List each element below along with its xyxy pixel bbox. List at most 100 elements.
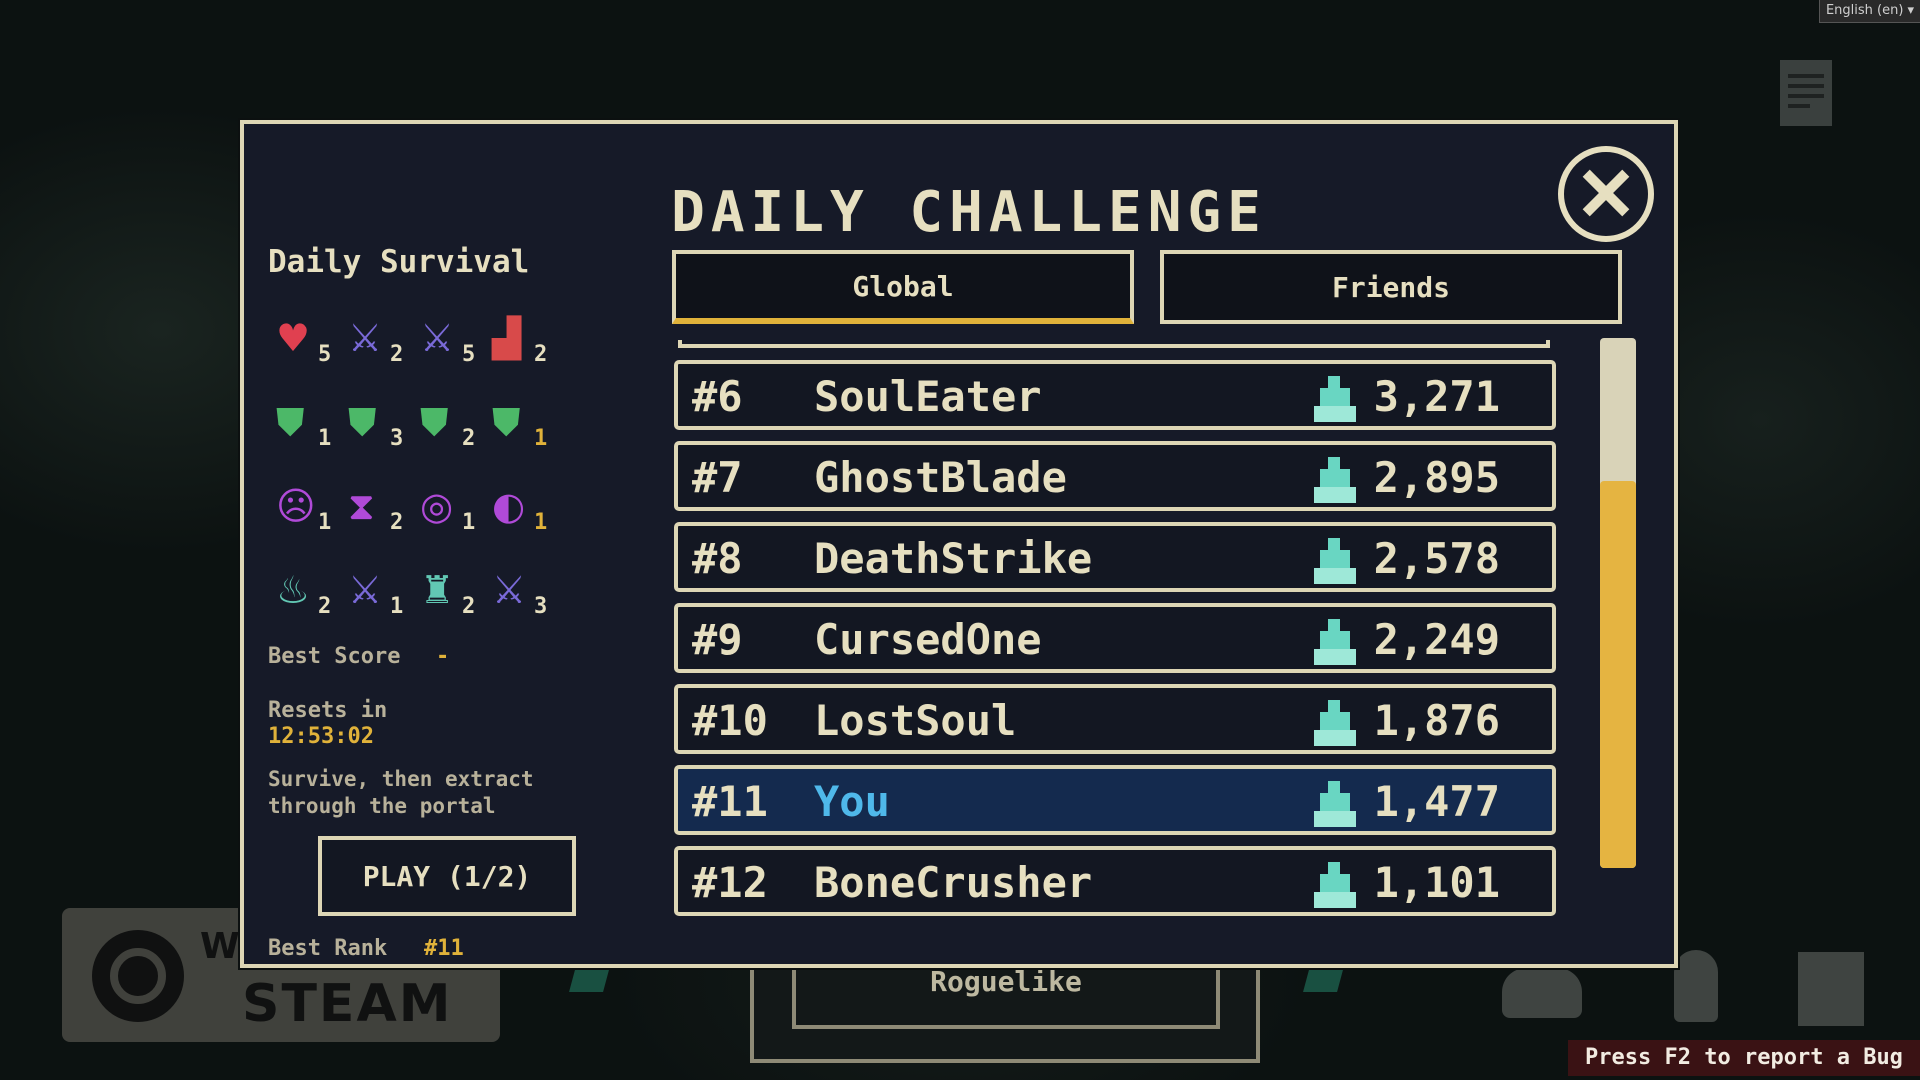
- shield-spark-icon: ⛊: [492, 400, 521, 444]
- trophy-icon: [1314, 700, 1358, 746]
- modifier-item: ◐ 1: [492, 480, 564, 535]
- modifier-item: ⛊ 2: [420, 396, 492, 451]
- modifier-count: 3: [534, 594, 548, 619]
- leaderboard-row-you[interactable]: #11 You 1,477: [674, 765, 1556, 835]
- heart-icon: ♥: [276, 316, 311, 360]
- trophy-icon: [1314, 457, 1358, 503]
- modifier-count: 1: [318, 426, 332, 451]
- modifier-item: ⧗ 2: [348, 480, 420, 535]
- score: 1,876: [1373, 696, 1500, 745]
- modifier-count: 5: [318, 342, 332, 367]
- bug-report-banner: Press F2 to report a Bug: [1568, 1040, 1920, 1076]
- score: 2,578: [1373, 534, 1500, 583]
- mode-button-roguelike[interactable]: Roguelike: [792, 965, 1220, 1029]
- modifier-item: ⛊ 1: [276, 396, 348, 451]
- modifier-count: 2: [534, 342, 548, 367]
- modifier-item: ▟ 2: [492, 312, 564, 367]
- rank: #9: [692, 615, 743, 664]
- modifier-item: ⚔ 2: [348, 312, 420, 367]
- changelog-scroll-icon[interactable]: [1798, 952, 1864, 1026]
- leaderboard-row[interactable]: #8 DeathStrike 2,578: [674, 522, 1556, 592]
- daily-challenge-dialog: DAILY CHALLENGE Daily Survival ♥ 5 ⚔ 2 ⚔ 5 ▟ 2 ⛊…: [240, 120, 1678, 968]
- close-button[interactable]: [1558, 146, 1654, 242]
- discord-icon[interactable]: [1502, 968, 1582, 1018]
- modifier-count: 1: [534, 426, 548, 451]
- rank: #8: [692, 534, 743, 583]
- target-orb-icon: ◎: [420, 484, 454, 528]
- modifier-grid: ♥ 5 ⚔ 2 ⚔ 5 ▟ 2 ⛊ 1 ⛊ 3 ⛊ 2 ⛊ 1 ☹ 1 ⧗ 2 ◎ 1 ◐ 1 ♨ 2 ⚔ 1 ♜ 2 ⚔ 3: [276, 312, 576, 648]
- leaderboard-row[interactable]: #12 BoneCrusher 1,101: [674, 846, 1556, 916]
- modifier-count: 3: [390, 426, 404, 451]
- best-rank-label: Best Rank: [268, 936, 388, 961]
- trophy-icon: [1314, 862, 1358, 908]
- leaderboard-row[interactable]: #6 SoulEater 3,271: [674, 360, 1556, 430]
- player-name: DeathStrike: [814, 534, 1093, 583]
- modifier-item: ⚔ 5: [420, 312, 492, 367]
- trophy-icon: [1314, 538, 1358, 584]
- leaderboard-scrollbar[interactable]: [1600, 338, 1636, 868]
- player-name: BoneCrusher: [814, 858, 1093, 907]
- mode-selector: Roguelike: [750, 965, 1260, 1063]
- tab-friends[interactable]: Friends: [1160, 250, 1622, 324]
- modifier-count: 2: [390, 342, 404, 367]
- modifier-row: ⛊ 1 ⛊ 3 ⛊ 2 ⛊ 1: [276, 396, 576, 480]
- shield-icon: ⛊: [348, 400, 377, 444]
- sword-bolt-icon: ⚔: [420, 316, 455, 360]
- modifier-item: ⛊ 3: [348, 396, 420, 451]
- boot-icon: ▟: [492, 316, 522, 360]
- skull-orb-icon: ☹: [276, 484, 316, 528]
- modifier-count: 2: [318, 594, 332, 619]
- rank: #6: [692, 372, 743, 421]
- leaderboard-row[interactable]: #7 GhostBlade 2,895: [674, 441, 1556, 511]
- tab-global[interactable]: Global: [672, 250, 1134, 324]
- hourglass-orb-icon: ⧗: [348, 484, 375, 528]
- modifier-count: 2: [390, 510, 404, 535]
- modifier-item: ⛊ 1: [492, 396, 564, 451]
- leaderboard-row-partial: [678, 340, 1550, 348]
- best-score-label: Best Score: [268, 644, 401, 669]
- score: 3,271: [1373, 372, 1500, 421]
- modifier-count: 2: [462, 594, 476, 619]
- modifier-count: 5: [462, 342, 476, 367]
- steam-logo-icon: [92, 930, 184, 1022]
- leaderboard-row[interactable]: #10 LostSoul 1,876: [674, 684, 1556, 754]
- modifier-item: ♨ 2: [276, 564, 348, 619]
- best-rank-value: #11: [424, 936, 464, 961]
- scrollbar-thumb[interactable]: [1600, 481, 1636, 868]
- rank: #11: [692, 777, 768, 826]
- rank: #12: [692, 858, 768, 907]
- modifier-item: ☹ 1: [276, 480, 348, 535]
- challenge-description: Survive, then extract through the portal: [268, 767, 534, 818]
- score: 1,101: [1373, 858, 1500, 907]
- modifier-item: ⚔ 3: [492, 564, 564, 619]
- trophy-icon: [1314, 376, 1358, 422]
- trophy-icon: [1314, 619, 1358, 665]
- shield-icon: ⛊: [420, 400, 449, 444]
- modifier-count: 1: [390, 594, 404, 619]
- modifier-count: 1: [462, 510, 476, 535]
- player-name: You: [814, 777, 890, 826]
- modifier-count: 1: [534, 510, 548, 535]
- modifier-item: ♥ 5: [276, 312, 348, 367]
- lightbulb-icon[interactable]: [1674, 950, 1718, 1022]
- modifier-item: ⚔ 1: [348, 564, 420, 619]
- trophy-icon: [1314, 781, 1358, 827]
- best-score-value: -: [436, 644, 450, 669]
- dialog-title: DAILY CHALLENGE: [671, 180, 1267, 245]
- resets-timer: 12:53:02: [268, 724, 374, 749]
- score: 2,249: [1373, 615, 1500, 664]
- bag-icon: ♜: [420, 568, 455, 612]
- language-select[interactable]: English (en) ▾: [1819, 0, 1920, 23]
- modifier-row: ☹ 1 ⧗ 2 ◎ 1 ◐ 1: [276, 480, 576, 564]
- flame-icon: ♨: [276, 568, 311, 612]
- modifier-item: ◎ 1: [420, 480, 492, 535]
- rank: #7: [692, 453, 743, 502]
- player-name: SoulEater: [814, 372, 1042, 421]
- leaderboard-list: #6 SoulEater 3,271 #7 GhostBlade 2,895 #8 Death…: [674, 340, 1556, 940]
- modifier-item: ♜ 2: [420, 564, 492, 619]
- play-button[interactable]: PLAY (1/2): [318, 836, 576, 916]
- resets-label: Resets in: [268, 698, 388, 723]
- document-icon[interactable]: [1780, 60, 1832, 126]
- modifier-row: ♥ 5 ⚔ 2 ⚔ 5 ▟ 2: [276, 312, 576, 396]
- leaderboard-row[interactable]: #9 CursedOne 2,249: [674, 603, 1556, 673]
